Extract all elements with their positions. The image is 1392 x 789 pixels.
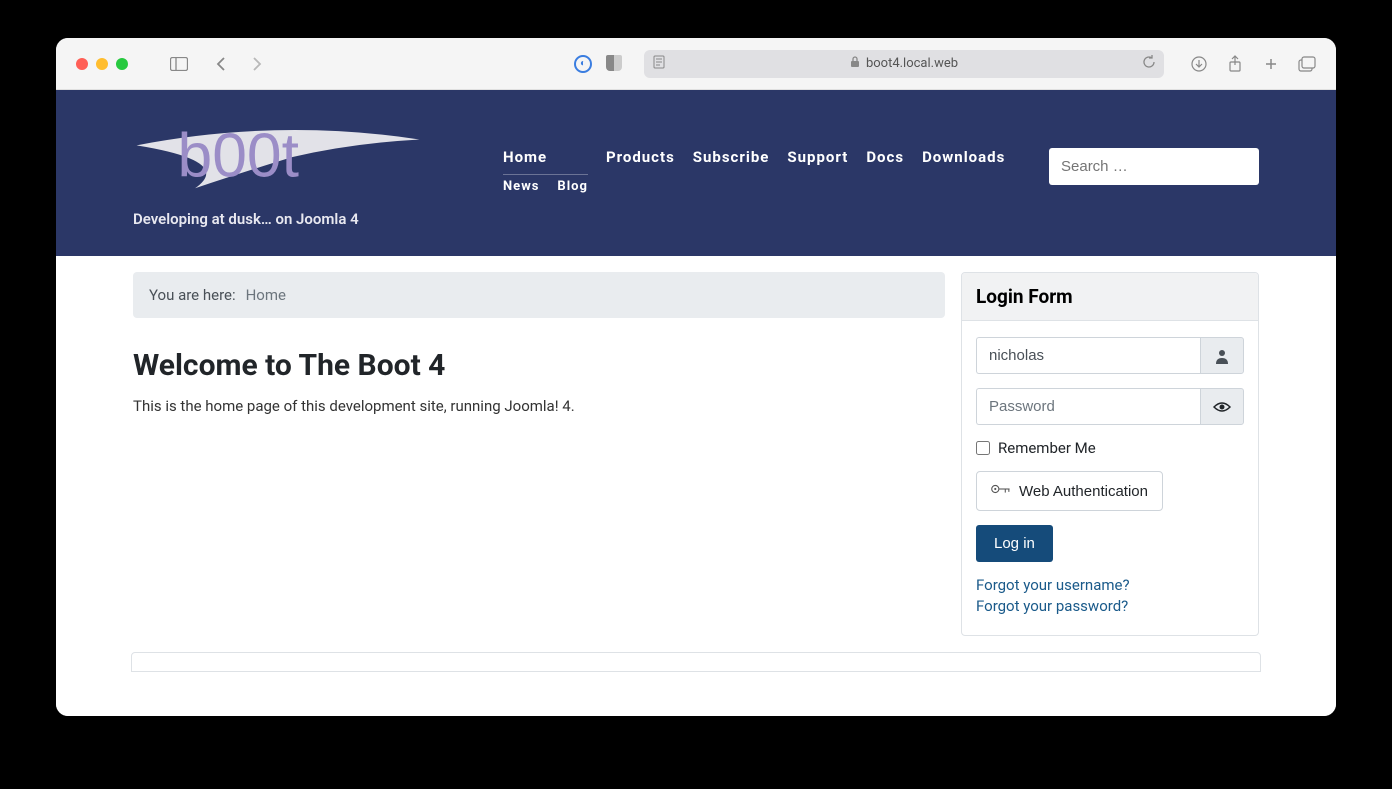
window-controls [76,58,128,70]
forgot-username-link[interactable]: Forgot your username? [976,576,1244,594]
nav-support[interactable]: Support [787,148,848,194]
back-button[interactable] [212,55,230,73]
logo-image: b00t [133,118,423,198]
nav-news[interactable]: News [503,179,539,194]
footer-card-partial [131,652,1261,672]
web-authentication-button[interactable]: Web Authentication [976,471,1163,511]
page-intro-text: This is the home page of this developmen… [133,397,945,415]
forward-button[interactable] [248,55,266,73]
nav-subscribe[interactable]: Subscribe [693,148,770,194]
login-title: Login Form [962,273,1258,321]
remember-me-row[interactable]: Remember Me [976,439,1244,457]
onepassword-icon[interactable]: ◐ [574,55,592,73]
remember-me-label: Remember Me [998,439,1096,457]
page-viewport: b00t Developing at dusk… on Joomla 4 Hom… [56,90,1336,716]
search-input[interactable] [1049,148,1259,185]
lock-icon [850,56,860,72]
privacy-shield-icon[interactable] [606,55,622,71]
breadcrumb-current: Home [246,286,286,304]
key-icon [991,482,1011,500]
username-input[interactable] [976,337,1200,374]
nav-downloads[interactable]: Downloads [922,148,1005,194]
forgot-password-link[interactable]: Forgot your password? [976,597,1244,615]
downloads-icon[interactable] [1190,55,1208,73]
minimize-window-button[interactable] [96,58,108,70]
login-card: Login Form [961,272,1259,636]
tabs-overview-icon[interactable] [1298,55,1316,73]
remember-me-checkbox[interactable] [976,441,990,455]
page-title: Welcome to The Boot 4 [133,348,945,383]
new-tab-icon[interactable] [1262,55,1280,73]
close-window-button[interactable] [76,58,88,70]
site-header: b00t Developing at dusk… on Joomla 4 Hom… [56,90,1336,256]
breadcrumb: You are here: Home [133,272,945,318]
password-input[interactable] [976,388,1200,425]
nav-products[interactable]: Products [606,148,675,194]
browser-toolbar: ◐ boot4.local.web [56,38,1336,90]
url-text: boot4.local.web [866,56,958,71]
main-nav: Home News Blog Products Subscribe Suppor… [423,112,1049,194]
sidebar-toggle-icon[interactable] [170,55,188,73]
nav-docs[interactable]: Docs [866,148,904,194]
share-icon[interactable] [1226,55,1244,73]
address-bar[interactable]: boot4.local.web [644,50,1164,78]
nav-home[interactable]: Home [503,148,588,166]
show-password-icon[interactable] [1200,388,1244,425]
logo-area[interactable]: b00t Developing at dusk… on Joomla 4 [133,112,423,228]
logo-text: b00t [178,121,300,191]
reload-icon[interactable] [1142,55,1156,73]
login-button[interactable]: Log in [976,525,1053,562]
tagline: Developing at dusk… on Joomla 4 [133,210,423,228]
nav-blog[interactable]: Blog [557,179,588,194]
reader-mode-icon[interactable] [652,55,666,73]
browser-window: ◐ boot4.local.web [56,38,1336,716]
user-icon [1200,337,1244,374]
web-authentication-label: Web Authentication [1019,483,1148,500]
breadcrumb-label: You are here: [149,286,236,304]
maximize-window-button[interactable] [116,58,128,70]
